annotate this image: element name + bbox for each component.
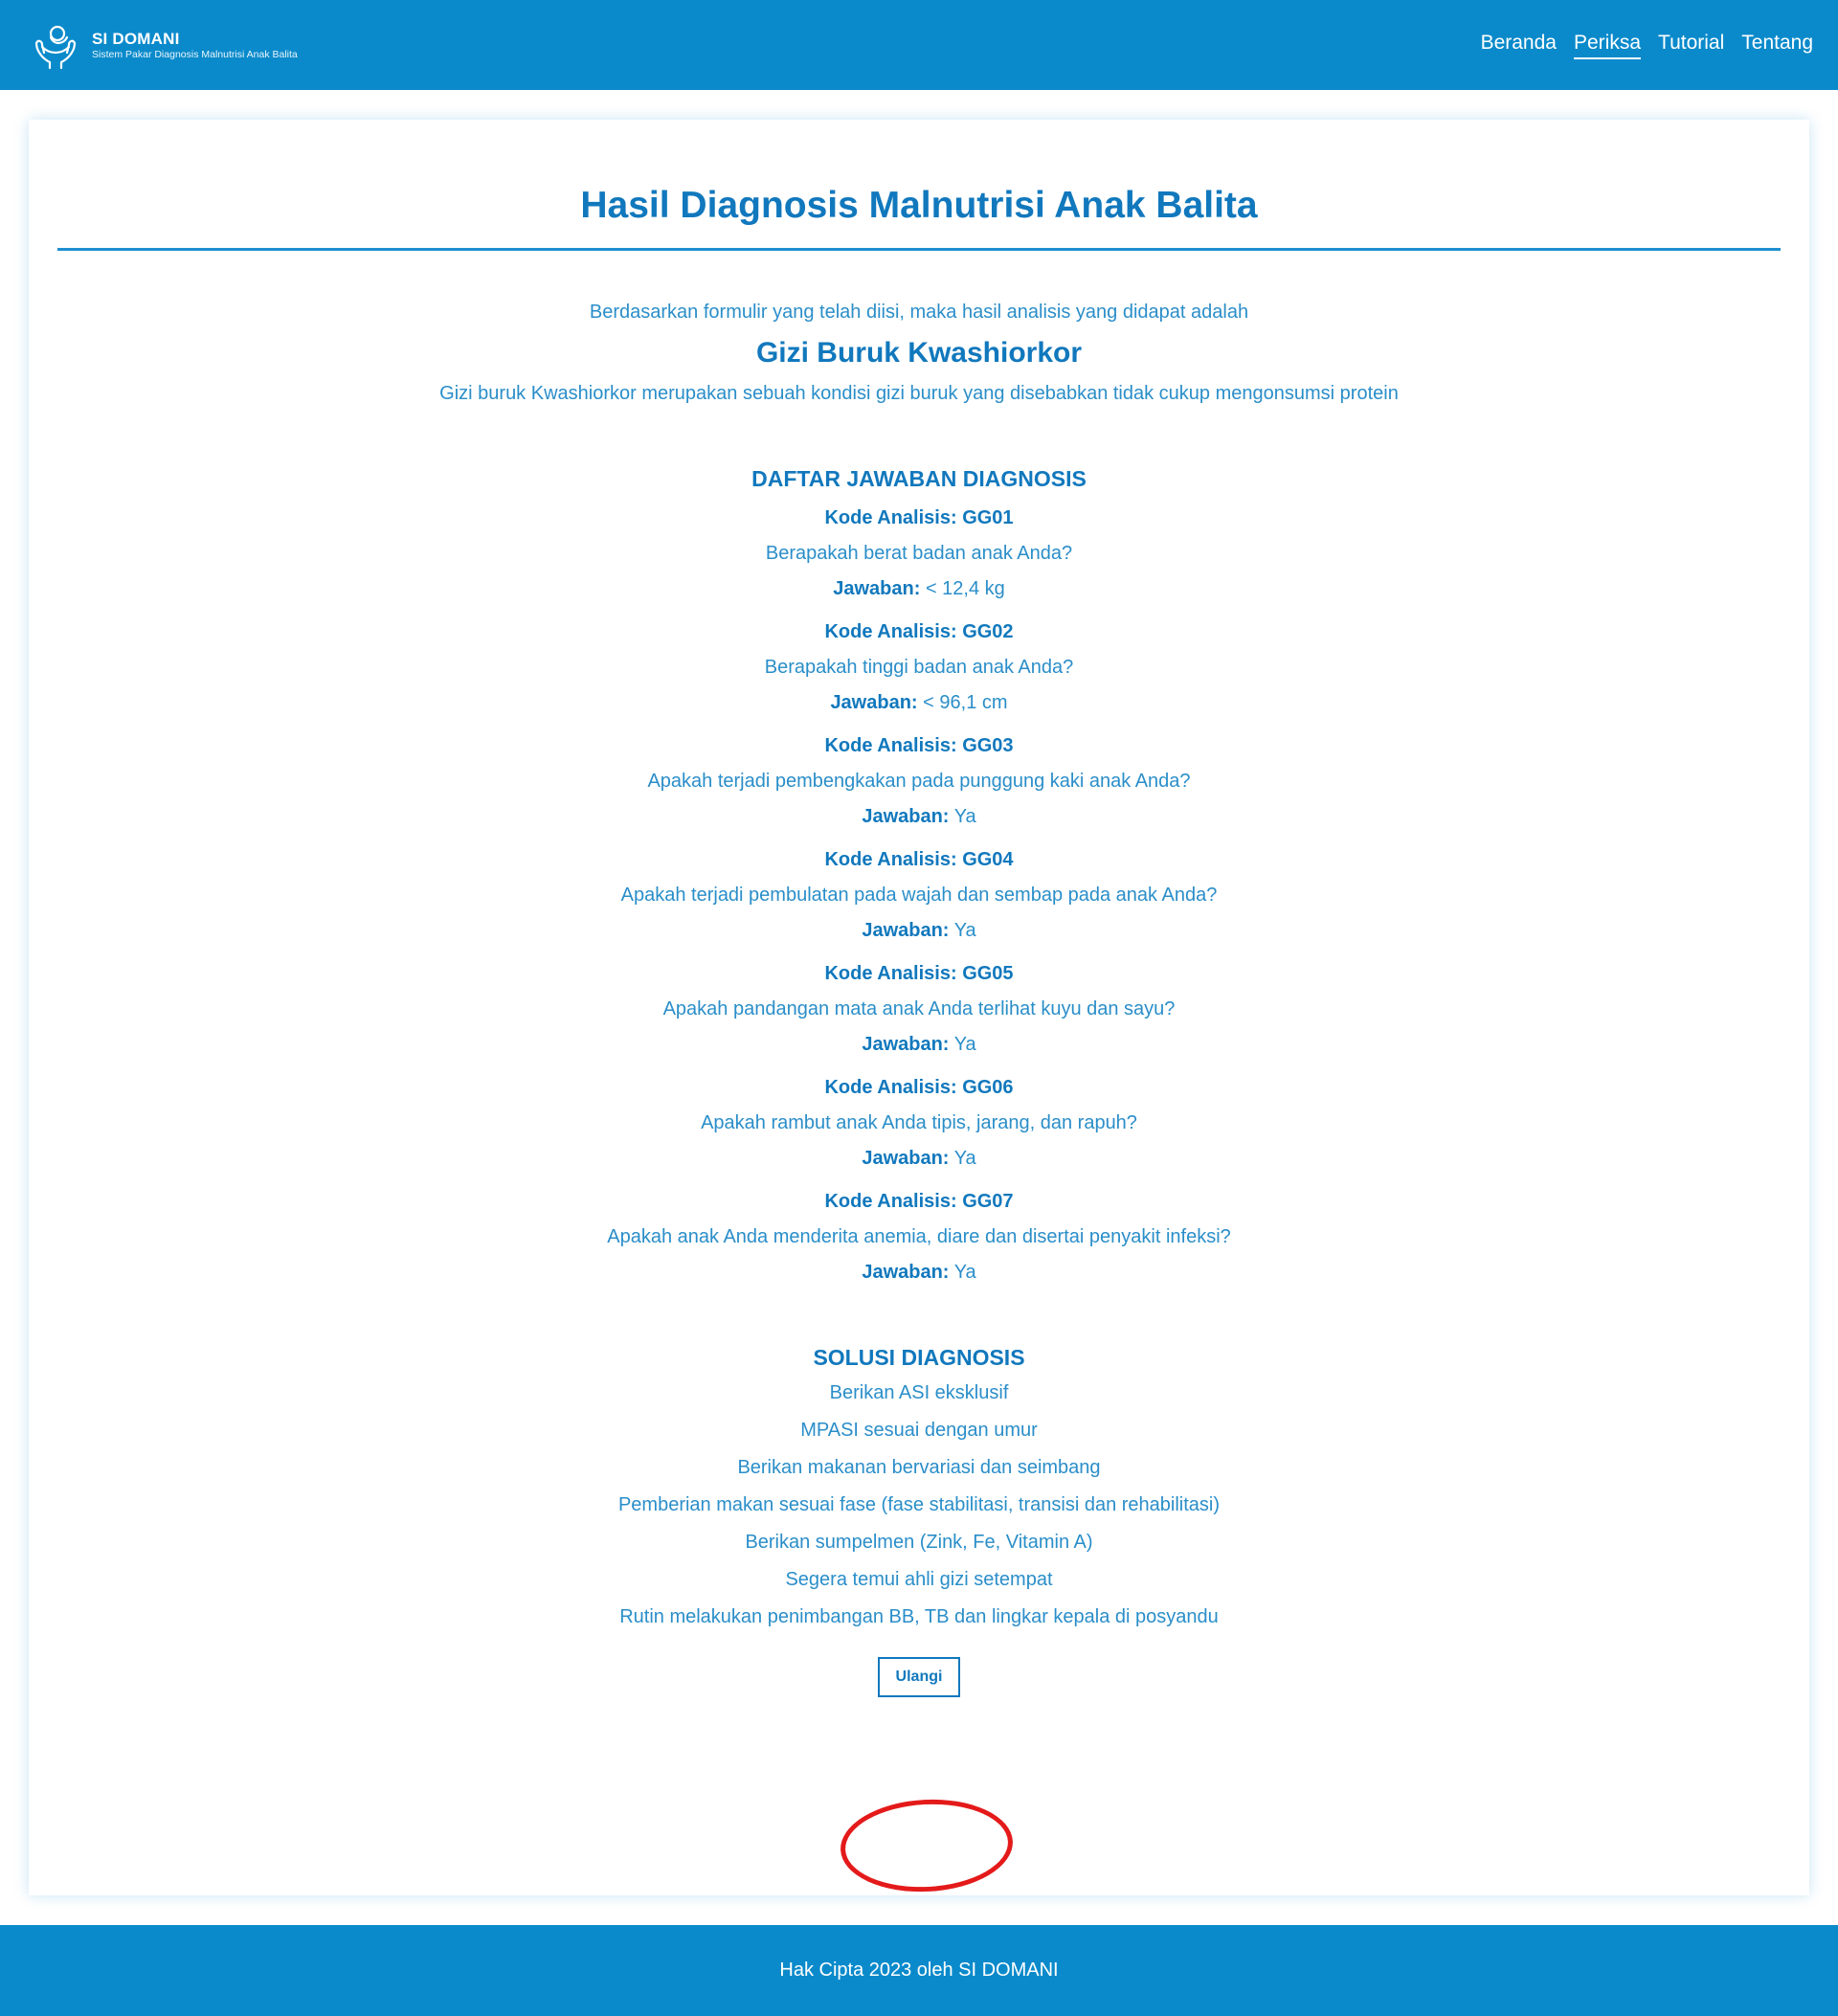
- analysis-code-value: GG05: [962, 963, 1014, 984]
- answer-item: Kode Analisis: GG04 Apakah terjadi pembu…: [29, 849, 1809, 942]
- retry-button[interactable]: Ulangi: [878, 1657, 960, 1697]
- solutions-section-title: SOLUSI DIAGNOSIS: [813, 1345, 1025, 1370]
- solution-item: Berikan sumpelmen (Zink, Fe, Vitamin A): [745, 1532, 1093, 1553]
- solution-item: Berikan makanan bervariasi dan seimbang: [737, 1457, 1101, 1478]
- answer-label: Jawaban:: [830, 692, 918, 713]
- analysis-code-label: Kode Analisis:: [824, 735, 957, 756]
- question-text: Berapakah tinggi badan anak Anda?: [764, 657, 1074, 678]
- answer-label: Jawaban:: [862, 1034, 950, 1055]
- answer-value: < 12,4 kg: [925, 578, 1005, 599]
- analysis-code-value: GG04: [962, 849, 1014, 870]
- solutions-list: Berikan ASI eksklusif MPASI sesuai denga…: [29, 1382, 1809, 1628]
- intro-text: Berdasarkan formulir yang telah diisi, m…: [589, 302, 1249, 323]
- answers-section-title: DAFTAR JAWABAN DIAGNOSIS: [751, 466, 1087, 491]
- answer-line: Jawaban: Ya: [29, 1148, 1809, 1170]
- answer-line: Jawaban: Ya: [29, 806, 1809, 828]
- answer-item: Kode Analisis: GG01 Berapakah berat bada…: [29, 507, 1809, 600]
- brand[interactable]: SI DOMANI Sistem Pakar Diagnosis Malnutr…: [29, 18, 298, 72]
- answer-line: Jawaban: Ya: [29, 1262, 1809, 1284]
- answer-item: Kode Analisis: GG02 Berapakah tinggi bad…: [29, 621, 1809, 714]
- result-content: Berdasarkan formulir yang telah diisi, m…: [29, 302, 1809, 1697]
- footer: Hak Cipta 2023 oleh SI DOMANI: [0, 1925, 1838, 2016]
- answer-value: < 96,1 cm: [923, 692, 1008, 713]
- analysis-code-label: Kode Analisis:: [824, 1191, 957, 1212]
- answer-value: Ya: [953, 920, 976, 941]
- answer-item: Kode Analisis: GG05 Apakah pandangan mat…: [29, 963, 1809, 1056]
- analysis-code-label: Kode Analisis:: [824, 1077, 957, 1098]
- answer-item: Kode Analisis: GG03 Apakah terjadi pembe…: [29, 735, 1809, 828]
- brand-title: SI DOMANI: [92, 30, 180, 49]
- question-text: Apakah anak Anda menderita anemia, diare…: [607, 1226, 1231, 1247]
- analysis-code-value: GG07: [962, 1191, 1014, 1212]
- nav-link-periksa[interactable]: Periksa: [1573, 32, 1642, 59]
- navbar: SI DOMANI Sistem Pakar Diagnosis Malnutr…: [0, 0, 1838, 90]
- result-card: Hasil Diagnosis Malnutrisi Anak Balita B…: [29, 120, 1809, 1895]
- solution-item: Berikan ASI eksklusif: [829, 1382, 1009, 1403]
- brand-text: SI DOMANI Sistem Pakar Diagnosis Malnutr…: [92, 30, 298, 60]
- answer-label: Jawaban:: [862, 1262, 950, 1283]
- answer-label: Jawaban:: [862, 806, 950, 827]
- answer-value: Ya: [953, 1262, 976, 1283]
- analysis-code: Kode Analisis: GG06: [29, 1077, 1809, 1099]
- answer-item: Kode Analisis: GG06 Apakah rambut anak A…: [29, 1077, 1809, 1170]
- question-text: Apakah rambut anak Anda tipis, jarang, d…: [701, 1112, 1137, 1133]
- page-title: Hasil Diagnosis Malnutrisi Anak Balita: [580, 185, 1258, 226]
- solution-item: Pemberian makan sesuai fase (fase stabil…: [617, 1494, 1221, 1515]
- question-text: Berapakah berat badan anak Anda?: [765, 543, 1073, 564]
- diagnosis-result: Gizi Buruk Kwashiorkor: [755, 337, 1083, 369]
- hands-holding-baby-icon: [34, 25, 77, 70]
- answer-line: Jawaban: < 96,1 cm: [29, 692, 1809, 714]
- answer-label: Jawaban:: [862, 920, 950, 941]
- analysis-code-label: Kode Analisis:: [824, 507, 957, 528]
- analysis-code: Kode Analisis: GG03: [29, 735, 1809, 757]
- analysis-code-value: GG01: [962, 507, 1014, 528]
- answer-value: Ya: [953, 1148, 976, 1169]
- question-text: Apakah terjadi pembengkakan pada punggun…: [647, 771, 1191, 792]
- main-nav: Beranda Periksa Tutorial Tentang: [1481, 32, 1813, 59]
- solution-item: Rutin melakukan penimbangan BB, TB dan l…: [619, 1606, 1219, 1627]
- analysis-code-value: GG03: [962, 735, 1014, 756]
- solution-item: Segera temui ahli gizi setempat: [785, 1569, 1053, 1590]
- answer-label: Jawaban:: [833, 578, 921, 599]
- analysis-code-label: Kode Analisis:: [824, 621, 957, 642]
- analysis-code-label: Kode Analisis:: [824, 849, 957, 870]
- analysis-code: Kode Analisis: GG04: [29, 849, 1809, 871]
- analysis-code: Kode Analisis: GG05: [29, 963, 1809, 985]
- analysis-code-value: GG02: [962, 621, 1014, 642]
- answer-value: Ya: [953, 806, 976, 827]
- solution-item: MPASI sesuai dengan umur: [800, 1420, 1038, 1441]
- answer-label: Jawaban:: [862, 1148, 950, 1169]
- retry-button-wrapper: Ulangi: [29, 1657, 1809, 1697]
- nav-link-tutorial[interactable]: Tutorial: [1658, 32, 1724, 59]
- nav-link-beranda[interactable]: Beranda: [1481, 32, 1557, 59]
- nav-link-tentang[interactable]: Tentang: [1741, 32, 1813, 59]
- answer-value: Ya: [953, 1034, 976, 1055]
- analysis-code: Kode Analisis: GG01: [29, 507, 1809, 529]
- question-text: Apakah pandangan mata anak Anda terlihat…: [662, 998, 1176, 1019]
- analysis-code: Kode Analisis: GG02: [29, 621, 1809, 643]
- analysis-code-value: GG06: [962, 1077, 1014, 1098]
- analysis-code-label: Kode Analisis:: [824, 963, 957, 984]
- footer-copyright: Hak Cipta 2023 oleh SI DOMANI: [779, 1960, 1059, 1981]
- answer-line: Jawaban: Ya: [29, 1034, 1809, 1056]
- answers-list: Kode Analisis: GG01 Berapakah berat bada…: [29, 507, 1809, 1284]
- title-divider: [57, 248, 1781, 251]
- answer-line: Jawaban: Ya: [29, 920, 1809, 942]
- answer-line: Jawaban: < 12,4 kg: [29, 578, 1809, 600]
- question-text: Apakah terjadi pembulatan pada wajah dan…: [620, 885, 1218, 906]
- answer-item: Kode Analisis: GG07 Apakah anak Anda men…: [29, 1191, 1809, 1284]
- brand-subtitle: Sistem Pakar Diagnosis Malnutrisi Anak B…: [92, 48, 298, 60]
- diagnosis-description: Gizi buruk Kwashiorkor merupakan sebuah …: [439, 383, 1399, 404]
- analysis-code: Kode Analisis: GG07: [29, 1191, 1809, 1213]
